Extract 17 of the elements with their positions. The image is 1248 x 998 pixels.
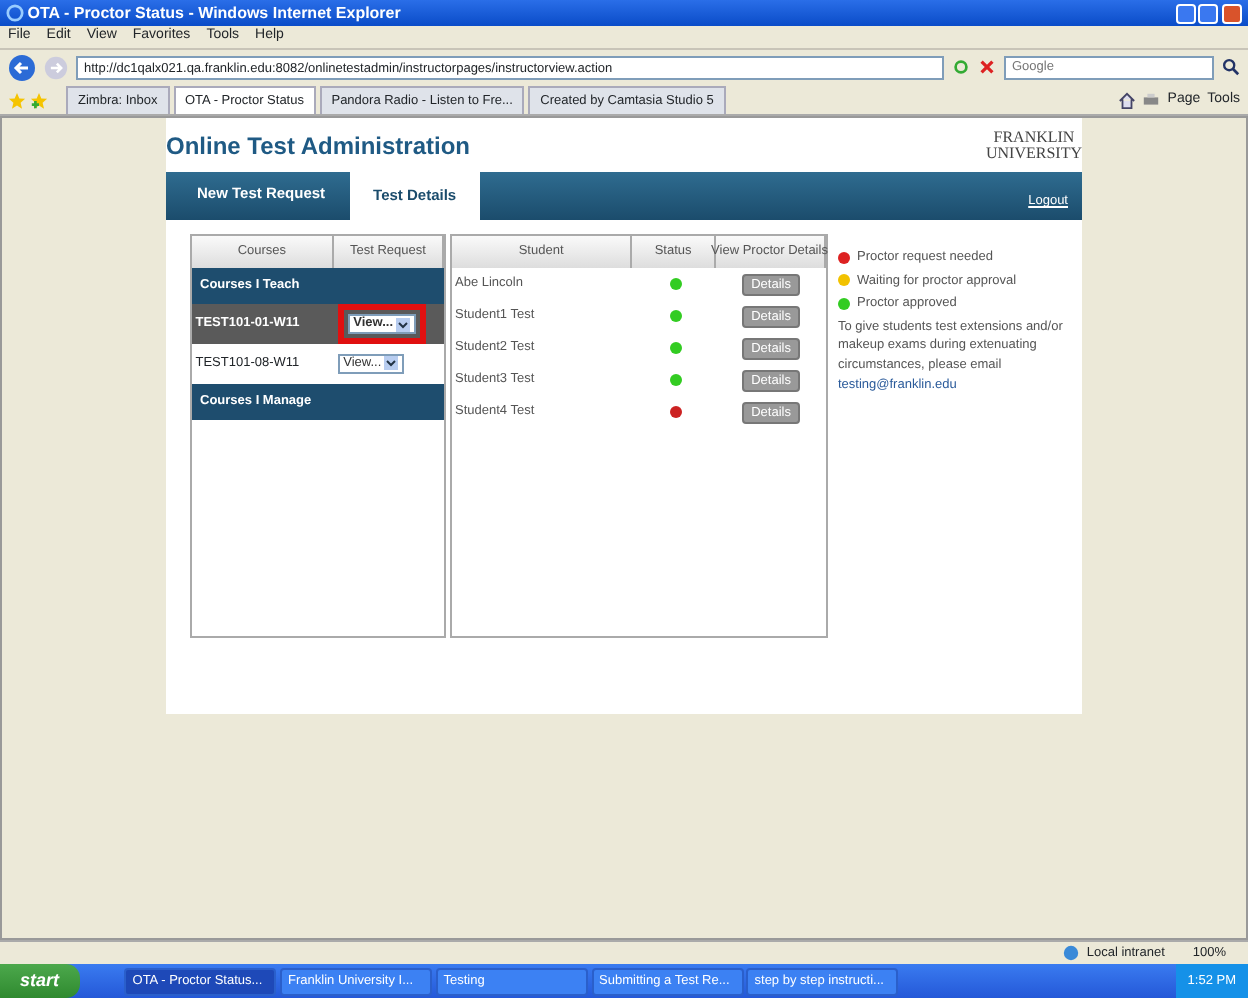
minimize-button[interactable]: [1175, 3, 1195, 23]
printer-icon[interactable]: [1142, 91, 1161, 109]
home-icon[interactable]: [1117, 91, 1136, 109]
star-icon[interactable]: [8, 92, 26, 111]
back-icon[interactable]: [8, 53, 36, 81]
browser-icon: [6, 4, 24, 22]
close-button[interactable]: [1222, 3, 1242, 23]
stop-icon[interactable]: [978, 58, 996, 76]
caret-icon[interactable]: [396, 317, 411, 331]
start-button[interactable]: start: [0, 964, 80, 998]
restore-button[interactable]: [1198, 3, 1219, 23]
caret-icon[interactable]: [384, 356, 399, 371]
window-title: OTA - Proctor Status - Windows Internet Explorer: [27, 1, 401, 25]
page-title: Online Test Administration: [166, 129, 471, 163]
university-logo: FRANKLIN UNIVERSITY: [986, 129, 1082, 161]
search-icon[interactable]: [1222, 58, 1240, 76]
globe-icon: [1061, 944, 1080, 962]
